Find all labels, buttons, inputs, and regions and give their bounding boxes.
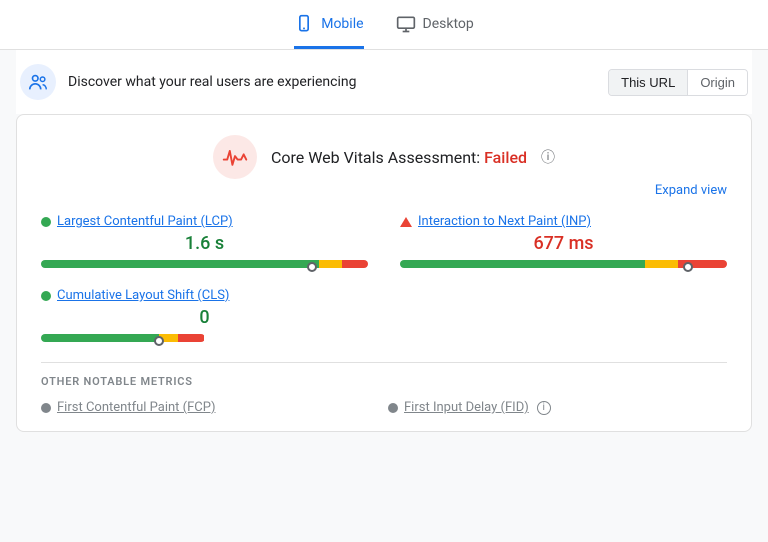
url-origin-toggle: This URL Origin — [608, 69, 748, 96]
fcp-label[interactable]: First Contentful Paint (FCP) — [57, 400, 216, 415]
metric-inp-label[interactable]: Interaction to Next Paint (INP) — [400, 214, 727, 229]
cls-bar-red — [178, 334, 204, 342]
vitals-wave-icon — [222, 147, 248, 167]
expand-view-link[interactable]: Expand view — [41, 183, 727, 198]
tab-mobile[interactable]: Mobile — [294, 14, 363, 49]
section-header: Discover what your real users are experi… — [16, 50, 752, 114]
main-content: Discover what your real users are experi… — [0, 50, 768, 432]
assessment-status: Failed — [484, 148, 527, 167]
tab-desktop-label: Desktop — [423, 16, 474, 32]
metric-inp-value: 677 ms — [400, 233, 727, 254]
inp-bar-green — [400, 260, 645, 268]
other-metric-fcp: First Contentful Paint (FCP) — [41, 400, 380, 415]
cls-progress-bar — [41, 334, 368, 342]
metric-inp: Interaction to Next Paint (INP) 677 ms — [400, 214, 727, 272]
other-metrics-grid: First Contentful Paint (FCP) First Input… — [41, 400, 727, 415]
tabs-bar: Mobile Desktop — [0, 0, 768, 50]
tab-mobile-label: Mobile — [321, 16, 363, 32]
assessment-help-icon[interactable]: ⓘ — [541, 147, 555, 167]
cwv-card: Core Web Vitals Assessment: Failed ⓘ Exp… — [16, 114, 752, 432]
cls-dot-icon — [41, 291, 51, 301]
fid-info-icon[interactable]: i — [537, 401, 551, 415]
metrics-grid: Largest Contentful Paint (LCP) 1.6 s Int… — [41, 214, 727, 346]
other-metric-fid: First Input Delay (FID) i — [388, 400, 727, 415]
metric-cls-value: 0 — [41, 307, 368, 328]
lcp-progress-bar — [41, 260, 368, 268]
cls-bar-marker — [154, 336, 164, 346]
lcp-bar-orange — [319, 260, 342, 268]
inp-progress-bar — [400, 260, 727, 268]
origin-button[interactable]: Origin — [688, 70, 747, 95]
other-metrics-heading: OTHER NOTABLE METRICS — [41, 375, 727, 388]
assessment-title: Core Web Vitals Assessment: Failed — [271, 148, 527, 167]
metric-cls: Cumulative Layout Shift (CLS) 0 — [41, 288, 368, 346]
fid-dot-icon — [388, 403, 398, 413]
lcp-bar-green — [41, 260, 319, 268]
assessment-header: Core Web Vitals Assessment: Failed ⓘ — [41, 135, 727, 179]
section-header-left: Discover what your real users are experi… — [20, 64, 356, 100]
metric-cls-label[interactable]: Cumulative Layout Shift (CLS) — [41, 288, 368, 303]
user-icon-circle — [20, 64, 56, 100]
section-header-title: Discover what your real users are experi… — [68, 74, 356, 90]
inp-triangle-icon — [400, 217, 412, 227]
fid-label[interactable]: First Input Delay (FID) — [404, 400, 529, 415]
users-icon — [27, 71, 49, 93]
metric-lcp-label[interactable]: Largest Contentful Paint (LCP) — [41, 214, 368, 229]
section-divider — [41, 362, 727, 363]
lcp-bar-marker — [307, 262, 317, 272]
fcp-dot-icon — [41, 403, 51, 413]
lcp-dot-icon — [41, 217, 51, 227]
lcp-bar-red — [342, 260, 368, 268]
metric-lcp: Largest Contentful Paint (LCP) 1.6 s — [41, 214, 368, 272]
cls-bar-green — [41, 334, 159, 342]
inp-bar-orange — [645, 260, 678, 268]
this-url-button[interactable]: This URL — [609, 70, 688, 95]
inp-bar-marker — [683, 262, 693, 272]
tab-desktop[interactable]: Desktop — [396, 14, 474, 49]
mobile-icon — [294, 14, 314, 34]
desktop-icon — [396, 14, 416, 34]
metric-lcp-value: 1.6 s — [41, 233, 368, 254]
assessment-icon-circle — [213, 135, 257, 179]
